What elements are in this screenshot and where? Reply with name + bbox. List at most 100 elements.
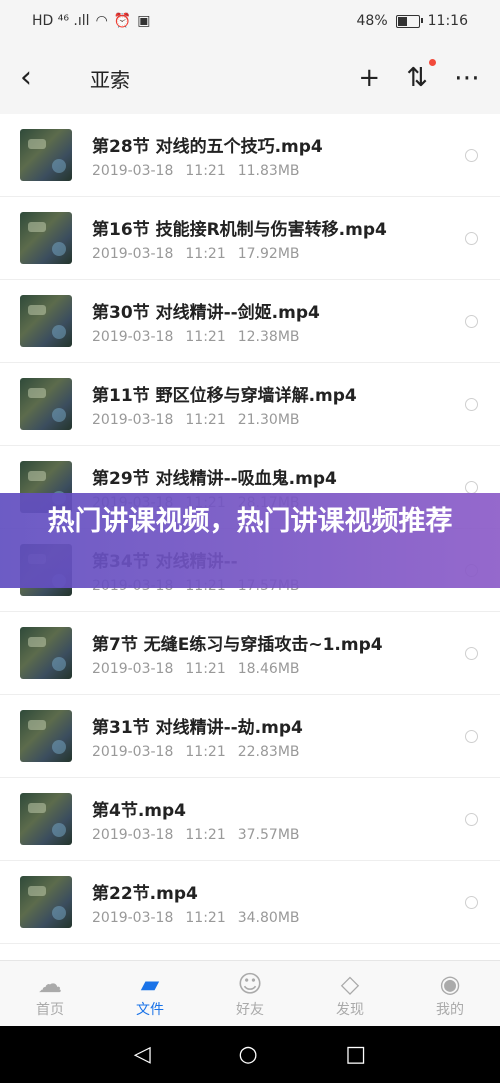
file-time: 11:21 <box>185 909 226 926</box>
file-date: 2019-03-18 <box>92 743 174 760</box>
file-size: 12.38MB <box>237 328 300 345</box>
notification-dot <box>429 59 436 66</box>
file-date: 2019-03-18 <box>92 245 174 262</box>
people-icon: ☺ <box>237 970 263 998</box>
select-radio[interactable] <box>465 315 478 328</box>
file-details: 2019-03-18 11:21 21.30MB <box>92 412 357 428</box>
add-icon[interactable]: + <box>358 63 380 93</box>
compass-icon: ◇ <box>340 970 360 998</box>
tab-label: 好友 <box>236 1002 264 1018</box>
nav-recents-icon[interactable]: □ <box>345 1042 366 1067</box>
video-thumbnail <box>20 710 72 762</box>
file-details: 2019-03-18 11:21 22.83MB <box>92 744 303 760</box>
file-name: 第22节.mp4 <box>92 883 198 904</box>
video-thumbnail <box>20 295 72 347</box>
tab-discover[interactable]: ◇ 发现 <box>300 961 400 1027</box>
file-details: 2019-03-18 11:21 12.38MB <box>92 329 320 345</box>
file-time: 11:21 <box>185 245 226 262</box>
video-thumbnail <box>20 627 72 679</box>
clock: 11:16 <box>427 13 468 29</box>
select-radio[interactable] <box>465 647 478 660</box>
select-radio[interactable] <box>465 232 478 245</box>
file-row[interactable]: 第11节 野区位移与穿墙详解.mp4 2019-03-18 11:21 21.30MB <box>0 363 500 446</box>
video-thumbnail <box>20 793 72 845</box>
battery-icon <box>395 14 423 28</box>
video-thumbnail <box>20 129 72 181</box>
tab-home[interactable]: ☁ 首页 <box>0 961 100 1027</box>
sort-icon[interactable]: ⇅ <box>406 59 436 93</box>
file-meta: 第4节.mp4 2019-03-18 11:21 37.57MB <box>92 796 300 843</box>
status-bar: HD ⁴⁶ .ıll ◠ ⏰ ▣ 48% 11:16 <box>0 0 500 42</box>
select-radio[interactable] <box>465 896 478 909</box>
file-row[interactable]: 第22节.mp4 2019-03-18 11:21 34.80MB <box>0 861 500 944</box>
file-meta: 第16节 技能接R机制与伤害转移.mp4 2019-03-18 11:21 17.92… <box>92 215 387 262</box>
select-radio[interactable] <box>465 813 478 826</box>
file-row[interactable]: 第31节 对线精讲--劫.mp4 2019-03-18 11:21 22.83MB <box>0 695 500 778</box>
file-size: 11.83MB <box>237 162 300 179</box>
file-size: 37.57MB <box>237 826 300 843</box>
status-right: 48% 11:16 <box>357 13 468 29</box>
folder-icon: ▰ <box>140 970 160 998</box>
file-meta: 第22节.mp4 2019-03-18 11:21 34.80MB <box>92 879 300 926</box>
system-nav-bar: ◁ ○ □ <box>0 1026 500 1083</box>
file-details: 2019-03-18 11:21 18.46MB <box>92 661 383 677</box>
tab-label: 文件 <box>136 1002 164 1018</box>
file-date: 2019-03-18 <box>92 162 174 179</box>
file-row[interactable]: 第4节.mp4 2019-03-18 11:21 37.57MB <box>0 778 500 861</box>
tab-label: 发现 <box>336 1002 364 1018</box>
tab-mine[interactable]: ◉ 我的 <box>400 961 500 1027</box>
nav-home-icon[interactable]: ○ <box>238 1042 257 1067</box>
file-size: 22.83MB <box>237 743 300 760</box>
file-time: 11:21 <box>185 162 226 179</box>
file-name: 第31节 对线精讲--劫.mp4 <box>92 717 303 738</box>
file-meta: 第7节 无缝E练习与穿插攻击~1.mp4 2019-03-18 11:21 18.46… <box>92 630 383 677</box>
select-radio[interactable] <box>465 149 478 162</box>
file-date: 2019-03-18 <box>92 660 174 677</box>
file-details: 2019-03-18 11:21 17.92MB <box>92 246 387 262</box>
file-date: 2019-03-18 <box>92 411 174 428</box>
banner-text: 热门讲课视频，热门讲课视频推荐 <box>47 506 453 537</box>
tab-friends[interactable]: ☺ 好友 <box>200 961 300 1027</box>
back-chevron-icon[interactable]: ‹ <box>20 63 52 93</box>
file-row[interactable]: 第16节 技能接R机制与伤害转移.mp4 2019-03-18 11:21 17.92… <box>0 197 500 280</box>
file-name: 第4节.mp4 <box>92 800 186 821</box>
file-name: 第29节 对线精讲--吸血鬼.mp4 <box>92 468 337 489</box>
file-time: 11:21 <box>185 743 226 760</box>
cloud-icon: ☁ <box>38 970 62 998</box>
app-notification-icon: ▣ <box>137 13 151 29</box>
file-name: 第11节 野区位移与穿墙详解.mp4 <box>92 385 357 406</box>
signal-text: HD ⁴⁶ .ıll <box>32 13 90 29</box>
profile-icon: ◉ <box>439 970 461 998</box>
tab-files[interactable]: ▰ 文件 <box>100 961 200 1027</box>
file-date: 2019-03-18 <box>92 909 174 926</box>
tab-label: 首页 <box>36 1002 64 1018</box>
file-size: 18.46MB <box>237 660 300 677</box>
overlay-banner: 热门讲课视频，热门讲课视频推荐 <box>0 493 500 588</box>
file-row[interactable]: 第30节 对线精讲--剑姬.mp4 2019-03-18 11:21 12.38MB <box>0 280 500 363</box>
page-title: 亚索 <box>90 67 130 92</box>
file-size: 17.92MB <box>237 245 300 262</box>
battery-percent: 48% <box>356 13 388 29</box>
file-name: 第7节 无缝E练习与穿插攻击~1.mp4 <box>92 634 383 655</box>
tab-label: 我的 <box>436 1002 464 1018</box>
file-row[interactable]: 第7节 无缝E练习与穿插攻击~1.mp4 2019-03-18 11:21 18.46… <box>0 612 500 695</box>
file-meta: 第11节 野区位移与穿墙详解.mp4 2019-03-18 11:21 21.30MB <box>92 381 357 428</box>
file-date: 2019-03-18 <box>92 826 174 843</box>
select-radio[interactable] <box>465 398 478 411</box>
video-thumbnail <box>20 212 72 264</box>
wifi-icon: ◠ <box>95 13 108 29</box>
file-time: 11:21 <box>185 660 226 677</box>
video-thumbnail <box>20 876 72 928</box>
file-size: 21.30MB <box>237 411 300 428</box>
status-left: HD ⁴⁶ .ıll ◠ ⏰ ▣ <box>32 13 150 29</box>
file-row[interactable]: 第28节 对线的五个技巧.mp4 2019-03-18 11:21 11.83MB <box>0 114 500 197</box>
app-bar: ‹ 亚索 + ⇅ ⋯ <box>0 42 500 114</box>
video-thumbnail <box>20 378 72 430</box>
select-radio[interactable] <box>465 730 478 743</box>
file-meta: 第28节 对线的五个技巧.mp4 2019-03-18 11:21 11.83MB <box>92 132 323 179</box>
nav-back-icon[interactable]: ◁ <box>134 1042 151 1067</box>
file-name: 第16节 技能接R机制与伤害转移.mp4 <box>92 219 387 240</box>
bottom-tab-bar: ☁ 首页 ▰ 文件 ☺ 好友 ◇ 发现 ◉ 我的 <box>0 960 500 1027</box>
file-meta: 第31节 对线精讲--劫.mp4 2019-03-18 11:21 22.83MB <box>92 713 303 760</box>
more-icon[interactable]: ⋯ <box>454 63 480 93</box>
